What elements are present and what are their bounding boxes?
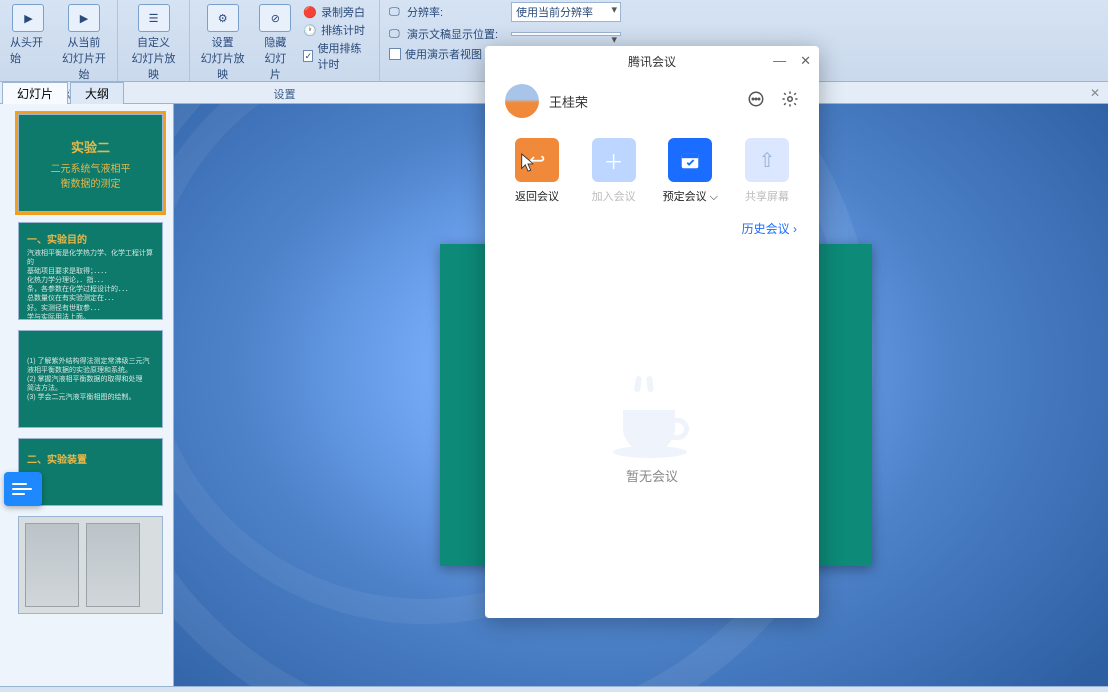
checkbox-icon (389, 48, 401, 60)
hide-slide-button[interactable]: ⊘ 隐藏 幻灯片 (253, 2, 297, 84)
group-label: 设置 (194, 84, 375, 104)
label: 从头开始 (10, 34, 47, 66)
slide-thumbnail-2[interactable]: 2 一、实验目的 汽液相平衡是化学热力学、化学工程计算的 基础项目要求是取得；．… (18, 222, 163, 320)
return-meeting-button[interactable]: ↩ 返回会议 (505, 138, 569, 204)
history-link[interactable]: 历史会议 › (485, 208, 819, 249)
status-bar (0, 686, 1108, 692)
rehearse-timings-button[interactable]: 🕐排练计时 (303, 22, 371, 38)
label: 隐藏 幻灯片 (259, 34, 291, 82)
custom-show-icon: ☰ (138, 4, 170, 32)
cup-icon (613, 382, 691, 452)
display-dropdown[interactable] (511, 32, 621, 36)
slide-thumbnail-1[interactable]: 1 实验二 二元系统气液相平 衡数据的测定 (18, 114, 163, 212)
equipment-photo (86, 523, 140, 607)
return-icon: ↩ (515, 138, 559, 182)
record-icon: 🔴 (303, 6, 317, 19)
cursor-icon (519, 152, 537, 174)
slide-thumbnail-5[interactable]: 5 (18, 516, 163, 614)
outline-float-button[interactable] (4, 472, 42, 506)
hide-icon: ⊘ (259, 4, 291, 32)
empty-text: 暂无会议 (626, 466, 678, 485)
monitor-icon: 🖵 (389, 6, 403, 19)
minimize-button[interactable]: — (773, 53, 786, 69)
plus-icon: ＋ (592, 138, 636, 182)
label: 从当前 幻灯片开始 (61, 34, 107, 82)
from-current-button[interactable]: ▶ 从当前 幻灯片开始 (55, 2, 113, 84)
display-row: 🖵 演示文稿显示位置: (389, 26, 621, 42)
chevron-right-icon: › (793, 222, 797, 236)
play-icon: ▶ (12, 4, 44, 32)
chat-icon[interactable] (747, 90, 765, 113)
record-narration-button[interactable]: 🔴录制旁白 (303, 4, 371, 20)
meeting-title-text: 腾讯会议 (628, 53, 676, 70)
meeting-titlebar[interactable]: 腾讯会议 — ✕ (485, 46, 819, 76)
action-buttons: ↩ 返回会议 ＋ 加入会议 预定会议 ⌵ ⇧ 共享屏幕 (485, 126, 819, 208)
resolution-dropdown[interactable]: 使用当前分辨率 (511, 2, 621, 22)
tab-outline[interactable]: 大纲 (70, 82, 124, 104)
clock-icon: 🕐 (303, 24, 317, 37)
monitor-icon: 🖵 (389, 28, 403, 41)
setup-icon: ⚙ (207, 4, 239, 32)
equipment-photo (25, 523, 79, 607)
setup-slideshow-button[interactable]: ⚙ 设置 幻灯片放映 (194, 2, 251, 84)
join-meeting-button[interactable]: ＋ 加入会议 (582, 138, 646, 204)
settings-icon[interactable] (781, 90, 799, 113)
tab-slides[interactable]: 幻灯片 (2, 82, 68, 104)
use-rehearsed-checkbox[interactable]: ✓使用排练计时 (303, 40, 371, 72)
tencent-meeting-window: 腾讯会议 — ✕ 王桂荣 ↩ 返回会议 ＋ 加入会议 预定会议 ⌵ ⇧ (485, 46, 819, 618)
user-row: 王桂荣 (485, 76, 819, 126)
resolution-row: 🖵 分辨率: 使用当前分辨率 (389, 2, 621, 22)
from-beginning-button[interactable]: ▶ 从头开始 (4, 2, 53, 68)
avatar[interactable] (505, 84, 539, 118)
close-button[interactable]: ✕ (800, 53, 811, 69)
empty-state: 暂无会议 (485, 249, 819, 618)
custom-slideshow-button[interactable]: ☰ 自定义 幻灯片放映 (122, 2, 185, 84)
close-pane-button[interactable]: ✕ (1090, 86, 1100, 100)
share-icon: ⇧ (745, 138, 789, 182)
label: 设置 幻灯片放映 (200, 34, 245, 82)
chevron-down-icon: ⌵ (710, 191, 718, 203)
share-screen-button[interactable]: ⇧ 共享屏幕 (735, 138, 799, 204)
slide-thumbnail-3[interactable]: 3 (1) 了解紫外结构得法测定常沸级三元汽 液相平衡数据的实验原理和系统。 (… (18, 330, 163, 428)
schedule-meeting-button[interactable]: 预定会议 ⌵ (658, 138, 722, 204)
label: 自定义 幻灯片放映 (128, 34, 179, 82)
thumbnail-pane[interactable]: 1 实验二 二元系统气液相平 衡数据的测定 2 一、实验目的 汽液相平衡是化学热… (0, 104, 174, 692)
play-current-icon: ▶ (68, 4, 100, 32)
checkbox-icon: ✓ (303, 50, 313, 62)
calendar-icon (668, 138, 712, 182)
username: 王桂荣 (549, 92, 737, 111)
